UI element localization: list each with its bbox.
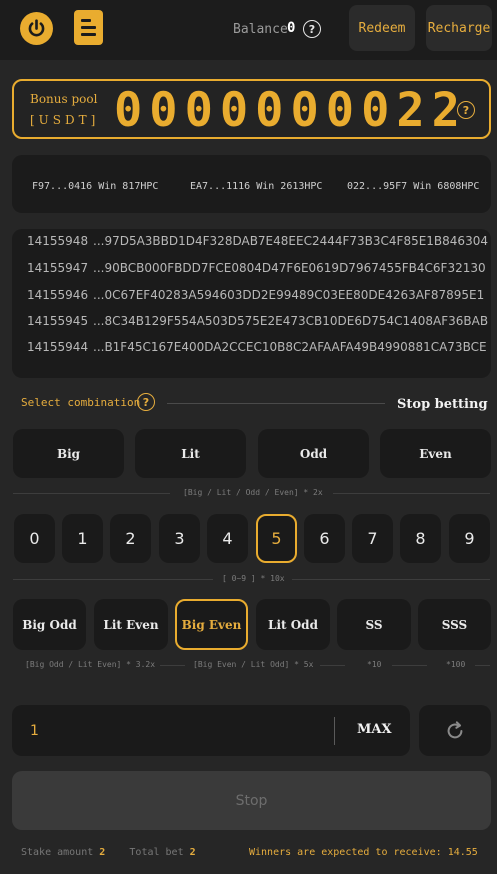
digit-button-3[interactable]: 3 [159, 514, 200, 563]
option-even-button[interactable]: Even [380, 429, 491, 478]
bonus-help-icon[interactable]: ? [457, 101, 475, 119]
redeem-button[interactable]: Redeem [349, 5, 415, 51]
bonus-pool-unit: [USDT] [30, 113, 100, 127]
winner-item: F97...0416 Win 817HPC [32, 181, 159, 192]
hash-value: ...8C34B129F554A503D575E2E473CB10DE6D754… [93, 314, 489, 328]
winners-ticker: F97...0416 Win 817HPC EA7...1116 Win 261… [12, 155, 491, 213]
hash-row: 14155948 ...97D5A3BBD1D4F328DAB7E48EEC244… [27, 234, 488, 248]
digit-button-4[interactable]: 4 [207, 514, 248, 563]
option-ss-button[interactable]: SS [337, 599, 411, 650]
total-bet-label: Total bet [129, 847, 184, 858]
stake-summary: Stake amount 2 Total bet 2 [21, 847, 196, 858]
hash-row: 14155944 ...B1F45C167E400DA2CCEC10B8C2AFA… [27, 340, 487, 354]
hash-row: 14155945 ...8C34B129F554A503D575E2E473CB1… [27, 314, 488, 328]
option-odd-button[interactable]: Odd [258, 429, 369, 478]
expected-label: Winners are expected to receive: [249, 847, 442, 858]
stake-label: Stake amount [21, 847, 94, 858]
max-button[interactable]: MAX [357, 722, 392, 737]
divider [13, 493, 170, 494]
option-lit-button[interactable]: Lit [135, 429, 246, 478]
sss-odds-hint: *100 [446, 660, 466, 669]
digit-button-6[interactable]: 6 [304, 514, 345, 563]
divider [167, 403, 385, 404]
hash-value: ...97D5A3BBD1D4F328DAB7E48EEC2444F73B3C4… [93, 234, 488, 248]
basic-odds-hint: [Big / Lit / Odd / Even] * 2x [183, 488, 323, 497]
divider [475, 665, 490, 666]
hash-id: 14155947 [27, 261, 89, 275]
select-help-icon[interactable]: ? [137, 393, 155, 411]
hash-id: 14155946 [27, 288, 89, 302]
option-lit-odd-button[interactable]: Lit Odd [256, 599, 330, 650]
divider [13, 579, 213, 580]
divider [320, 665, 345, 666]
divider [334, 717, 335, 745]
hash-id: 14155944 [27, 340, 89, 354]
option-lit-even-button[interactable]: Lit Even [94, 599, 168, 650]
hash-id: 14155948 [27, 234, 89, 248]
divider [160, 665, 185, 666]
expected-winnings: Winners are expected to receive: 14.55 [249, 847, 478, 858]
hash-value: ...0C67EF40283A594603DD2E99489C03EE80DE4… [93, 288, 485, 302]
digit-button-0[interactable]: 0 [14, 514, 55, 563]
digit-button-1[interactable]: 1 [62, 514, 103, 563]
digit-button-8[interactable]: 8 [400, 514, 441, 563]
option-big-button[interactable]: Big [13, 429, 124, 478]
hash-row: 14155946 ...0C67EF40283A594603DD2E99489C0… [27, 288, 484, 302]
bet-amount-field[interactable]: 1 MAX [12, 705, 410, 756]
balance-label: Balance [233, 22, 288, 37]
digit-button-9[interactable]: 9 [449, 514, 490, 563]
expected-value: 14.55 [447, 847, 478, 858]
option-sss-button[interactable]: SSS [418, 599, 491, 650]
help-icon[interactable]: ? [303, 20, 321, 38]
option-big-even-button[interactable]: Big Even [175, 599, 248, 650]
digit-button-2[interactable]: 2 [110, 514, 151, 563]
combo-odds-hint: [Big Even / Lit Odd] * 5x [193, 660, 314, 669]
hash-value: ...B1F45C167E400DA2CCEC10B8C2AFAAFA49B49… [93, 340, 487, 354]
bet-amount-value[interactable]: 1 [30, 723, 39, 739]
digit-odds-hint: [ 0~9 ] * 10x [222, 574, 285, 583]
divider [292, 579, 490, 580]
combo-odds-hint: [Big Odd / Lit Even] * 3.2x [25, 660, 156, 669]
ss-odds-hint: *10 [367, 660, 382, 669]
divider [392, 665, 427, 666]
winner-item: 022...95F7 Win 6808HPC [347, 181, 480, 192]
hash-list[interactable]: 14155948 ...97D5A3BBD1D4F328DAB7E48EEC244… [12, 229, 491, 378]
bonus-pool-label: Bonus pool [30, 92, 98, 106]
option-big-odd-button[interactable]: Big Odd [13, 599, 86, 650]
digit-button-7[interactable]: 7 [352, 514, 393, 563]
power-button[interactable] [20, 12, 53, 45]
stake-value: 2 [99, 847, 106, 858]
refresh-button[interactable] [419, 705, 491, 756]
hash-id: 14155945 [27, 314, 89, 328]
document-button[interactable] [74, 10, 103, 45]
refresh-icon [447, 720, 463, 738]
power-icon [28, 19, 45, 37]
hash-value: ...90BCB000FBDD7FCE0804D47F6E0619D796745… [93, 261, 486, 275]
bonus-pool-panel: Bonus pool [USDT] 0000000022 ? [12, 79, 491, 139]
select-combination-label: Select combination [21, 396, 141, 409]
hash-row: 14155947 ...90BCB000FBDD7FCE0804D47F6E061… [27, 261, 486, 275]
balance-value: 0 [287, 20, 296, 36]
bonus-pool-value: 0000000022 [114, 83, 467, 138]
winner-item: EA7...1116 Win 2613HPC [190, 181, 323, 192]
divider [333, 493, 490, 494]
digit-button-5[interactable]: 5 [256, 514, 297, 563]
stop-button[interactable]: Stop [12, 771, 491, 830]
betting-status: Stop betting [397, 397, 488, 412]
recharge-button[interactable]: Recharge [426, 5, 492, 51]
total-bet-value: 2 [189, 847, 196, 858]
